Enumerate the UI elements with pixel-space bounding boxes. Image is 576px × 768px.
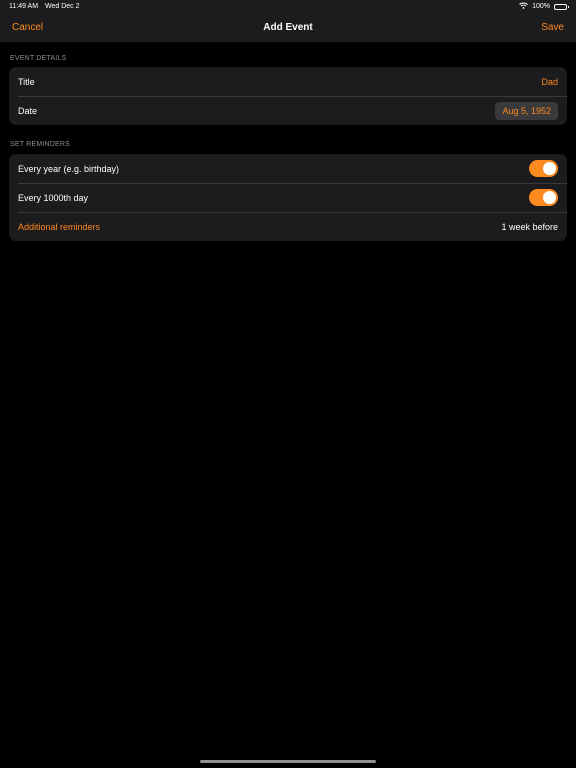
status-bar: 11:49 AM Wed Dec 2 100% [0, 0, 576, 14]
every-1000th-day-label: Every 1000th day [18, 192, 89, 203]
every-year-label: Every year (e.g. birthday) [18, 163, 120, 174]
date-row: Date Aug 5, 1952 [9, 96, 567, 125]
event-details-group: Title Dad Date Aug 5, 1952 [9, 67, 567, 125]
date-label: Date [18, 105, 38, 116]
set-reminders-header: SET REMINDERS [10, 141, 71, 148]
home-indicator [200, 760, 376, 763]
event-details-header: EVENT DETAILS [10, 55, 67, 62]
toggle-knob [543, 191, 556, 204]
page-title: Add Event [263, 22, 313, 33]
every-1000th-day-row: Every 1000th day [9, 183, 567, 212]
navigation-bar: Cancel Add Event Save [0, 14, 576, 42]
battery-percent: 100% [532, 3, 550, 10]
additional-reminders-row[interactable]: Additional reminders 1 week before [9, 212, 567, 241]
wifi-icon [519, 2, 528, 11]
date-picker-button[interactable]: Aug 5, 1952 [495, 101, 558, 120]
status-date: Wed Dec 2 [45, 3, 80, 10]
battery-icon [554, 3, 569, 10]
every-year-row: Every year (e.g. birthday) [9, 154, 567, 183]
status-time: 11:49 AM [9, 3, 39, 10]
title-value[interactable]: Dad [541, 77, 558, 87]
toggle-knob [543, 162, 556, 175]
title-label: Title [18, 76, 35, 87]
add-event-screen: 11:49 AM Wed Dec 2 100% Cancel Add Event… [0, 0, 576, 768]
additional-reminders-label[interactable]: Additional reminders [18, 222, 100, 232]
status-indicators: 100% [519, 2, 569, 11]
additional-reminders-value: 1 week before [501, 221, 558, 232]
reminders-group: Every year (e.g. birthday) Every 1000th … [9, 154, 567, 241]
save-button[interactable]: Save [541, 22, 564, 33]
every-year-toggle[interactable] [529, 160, 558, 177]
every-1000th-day-toggle[interactable] [529, 189, 558, 206]
title-row[interactable]: Title Dad [9, 67, 567, 96]
